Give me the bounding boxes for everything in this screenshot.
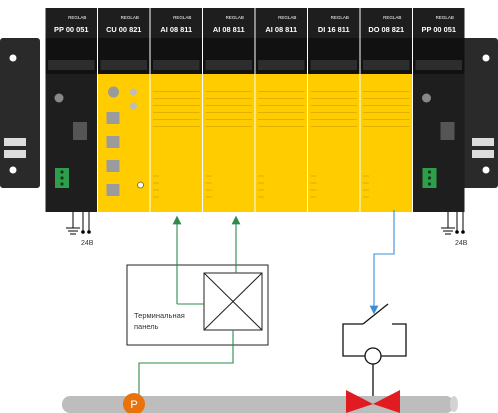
module-id-label: PP 00 051 [422,25,456,34]
module-id-label: PP 00 051 [54,25,88,34]
module-6: REGLAB DI 16 811 [308,8,360,212]
module-id-label: DO 08 821 [368,25,404,34]
module-2: REGLAB CU 00 821 [98,8,150,212]
plc-connection-diagram: REGLAB PP 00 051 REGLAB CU 00 821 REGLAB AI 0… [0,8,498,413]
module-brand-logo: REGLAB [226,15,244,20]
pressure-sensor-label: P [130,399,137,411]
module-1: REGLAB PP 00 051 [45,8,97,212]
module-7: REGLAB DO 08 821 [360,8,412,212]
module-id-label: CU 00 821 [106,25,141,34]
supply-terminal-left-a [81,230,85,234]
supply-terminal-right-b [461,230,465,234]
module-3: REGLAB AI 08 811 [150,8,202,212]
discrete-output-wire [369,210,395,315]
supply-label-right: 24В [455,240,468,247]
module-brand-logo: REGLAB [331,15,349,20]
module-id-label: DI 16 811 [318,25,350,34]
supply-right [441,212,464,235]
supply-left [66,212,90,235]
module-brand-logo: REGLAB [121,15,139,20]
module-id-label: AI 08 811 [160,25,192,34]
supply-terminal-left-b [87,230,91,234]
module-brand-logo: REGLAB [173,15,191,20]
module-brand-logo: REGLAB [68,15,86,20]
actuator-icon [364,347,382,365]
terminal-panel-label-line2: панель [134,322,159,331]
supply-terminal-right-a [455,230,459,234]
pipeline-end [450,396,458,412]
terminal-panel-label-line1: Терминальная [134,311,185,320]
cpu-knob-icon [108,86,119,98]
module-id-label: AI 08 811 [265,25,297,34]
module-brand-logo: REGLAB [436,15,454,20]
module-4: REGLAB AI 08 811 [203,8,255,212]
supply-label-left: 24В [81,240,94,247]
terminal-block [203,272,263,331]
module-8: REGLAB PP 00 051 [413,8,465,212]
module-rack: REGLAB PP 00 051 REGLAB CU 00 821 REGLAB AI 0… [45,8,465,212]
rail-bracket-left [0,38,40,188]
module-id-label: AI 08 811 [213,25,245,34]
module-brand-logo: REGLAB [278,15,296,20]
module-5: REGLAB AI 08 811 [255,8,307,212]
module-brand-logo: REGLAB [383,15,401,20]
